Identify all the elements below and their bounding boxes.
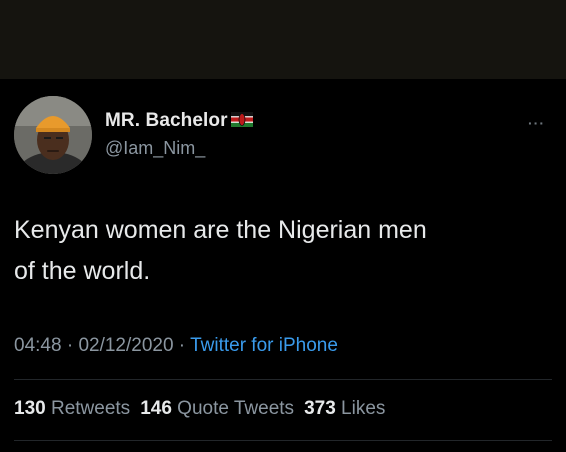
tweet-time[interactable]: 04:48 <box>14 335 62 356</box>
display-name[interactable]: MR. Bachelor <box>105 110 228 132</box>
retweets-label: Retweets <box>50 398 131 419</box>
retweets-stat[interactable]: 130 Retweets <box>14 398 130 419</box>
tweet-text-line-2: of the world. <box>14 257 151 285</box>
tweet-text: Kenyan women are the Nigerian men of the… <box>14 210 554 292</box>
divider-bottom <box>14 440 552 441</box>
likes-count: 373 <box>304 398 336 419</box>
author-name-row[interactable]: MR. Bachelor <box>105 110 253 132</box>
likes-stat[interactable]: 373 Likes <box>304 398 385 419</box>
tweet-date[interactable]: 02/12/2020 <box>78 335 173 356</box>
meta-separator-1: · <box>61 335 79 356</box>
quote-tweets-count: 146 <box>140 398 172 419</box>
retweets-count: 130 <box>14 398 46 419</box>
kenya-flag-icon <box>230 111 253 132</box>
likes-label: Likes <box>341 398 386 419</box>
tweet-stats: 130 Retweets 146 Quote Tweets 373 Likes <box>14 398 385 420</box>
tweet-meta: 04:48 · 02/12/2020 · Twitter for iPhone <box>14 335 338 357</box>
more-horizontal-icon[interactable]: ··· <box>528 115 545 131</box>
tweet-card[interactable]: MR. Bachelor @Iam_Nim_ ··· Kenyan women … <box>0 79 566 452</box>
divider-top <box>14 379 552 380</box>
avatar-photo <box>14 96 92 174</box>
top-bar <box>0 0 566 79</box>
quote-tweets-stat[interactable]: 146 Quote Tweets <box>140 398 294 419</box>
meta-separator-2: · <box>173 335 191 356</box>
avatar[interactable] <box>14 96 92 174</box>
user-handle[interactable]: @Iam_Nim_ <box>105 138 205 159</box>
quote-tweets-label: Quote Tweets <box>177 398 295 419</box>
tweet-source-link[interactable]: Twitter for iPhone <box>190 335 338 356</box>
tweet-text-line-1: Kenyan women are the Nigerian men <box>14 216 427 244</box>
